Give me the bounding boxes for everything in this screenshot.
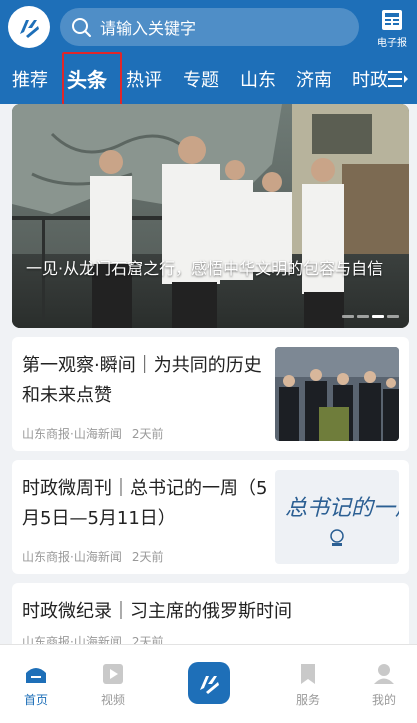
carousel-dot-active <box>372 315 384 318</box>
logo-mark-icon <box>20 20 39 38</box>
home-icon <box>26 668 46 683</box>
app-logo[interactable] <box>8 6 50 48</box>
article-meta: 山东商报·山海新闻 2天前 <box>22 633 163 644</box>
newspaper-icon <box>382 10 402 30</box>
article-time: 2天前 <box>131 427 164 441</box>
nav-mine-label: 我的 <box>371 693 396 707</box>
carousel-dot <box>387 315 399 318</box>
article-meta: 山东商报·山海新闻 2天前 <box>22 548 163 565</box>
article-time: 2天前 <box>131 550 164 564</box>
article-card[interactable]: 时政微纪录｜习主席的俄罗斯时间 山东商报·山海新闻 2天前 <box>12 583 409 644</box>
headline-banner[interactable]: 一见·从龙门石窟之行，感悟中华文明的包容与自信 <box>12 104 409 328</box>
nav-video-label: 视频 <box>100 693 125 707</box>
tab-politics[interactable]: 时政 <box>352 66 388 92</box>
tab-hot-comments[interactable]: 热评 <box>126 66 162 92</box>
bottom-nav: 首页 视频 服务 我的 <box>0 644 417 723</box>
emblem-icon <box>330 529 344 546</box>
epaper-button[interactable]: 电子报 <box>372 8 412 50</box>
article-thumbnail <box>275 347 399 441</box>
article-title: 时政微纪录｜习主席的俄罗斯时间 <box>22 601 292 622</box>
article-card[interactable]: 第一观察·瞬间｜为共同的历史和未来点赞 山东商报·山海新闻 2天前 <box>12 337 409 451</box>
banner-photo <box>12 104 409 328</box>
tab-topics[interactable]: 专题 <box>183 66 219 92</box>
tab-recommend[interactable]: 推荐 <box>12 66 48 92</box>
nav-video[interactable]: 视频 <box>83 663 143 708</box>
banner-caption: 一见·从龙门石窟之行，感悟中华文明的包容与自信 <box>26 259 384 278</box>
top-header: 请输入关键字 电子报 推荐 头条 热评 专题 山东 济南 时政 <box>0 0 417 110</box>
carousel-dot <box>357 315 369 318</box>
bookmark-icon <box>301 664 315 684</box>
user-icon <box>374 664 394 684</box>
app-mark-icon <box>200 676 219 694</box>
active-tab-highlight <box>62 52 122 110</box>
thumbnail-photo <box>275 347 399 441</box>
article-meta: 山东商报·山海新闻 2天前 <box>22 425 163 442</box>
article-source: 山东商报·山海新闻 <box>22 550 122 564</box>
nav-services-label: 服务 <box>295 693 320 707</box>
search-icon <box>72 18 91 37</box>
epaper-label: 电子报 <box>377 38 407 49</box>
carousel-dot <box>342 315 354 318</box>
carousel-indicator <box>342 315 399 318</box>
article-title: 第一观察·瞬间｜为共同的历史和未来点赞 <box>22 355 262 406</box>
article-source: 山东商报·山海新闻 <box>22 635 122 644</box>
channel-menu-icon[interactable] <box>388 70 408 88</box>
center-app-button[interactable] <box>188 662 230 704</box>
tab-shandong[interactable]: 山东 <box>240 66 276 92</box>
nav-mine[interactable]: 我的 <box>354 663 414 708</box>
search-input[interactable]: 请输入关键字 <box>60 8 359 46</box>
article-card[interactable]: 时政微周刊｜总书记的一周（5月5日—5月11日） 山东商报·山海新闻 2天前 总书… <box>12 460 409 574</box>
nav-home[interactable]: 首页 <box>6 663 66 708</box>
category-tabs: 推荐 头条 热评 专题 山东 济南 时政 <box>0 54 390 104</box>
tab-jinan[interactable]: 济南 <box>296 66 332 92</box>
nav-services[interactable]: 服务 <box>278 663 338 708</box>
search-placeholder: 请输入关键字 <box>100 19 197 38</box>
thumbnail-text: 总书记的一周 <box>285 496 399 521</box>
video-icon <box>103 664 123 684</box>
nav-home-label: 首页 <box>23 693 48 707</box>
article-source: 山东商报·山海新闻 <box>22 427 122 441</box>
article-time: 2天前 <box>131 635 164 644</box>
article-thumbnail: 总书记的一周 <box>275 470 399 564</box>
article-title: 时政微周刊｜总书记的一周（5月5日—5月11日） <box>22 478 268 529</box>
